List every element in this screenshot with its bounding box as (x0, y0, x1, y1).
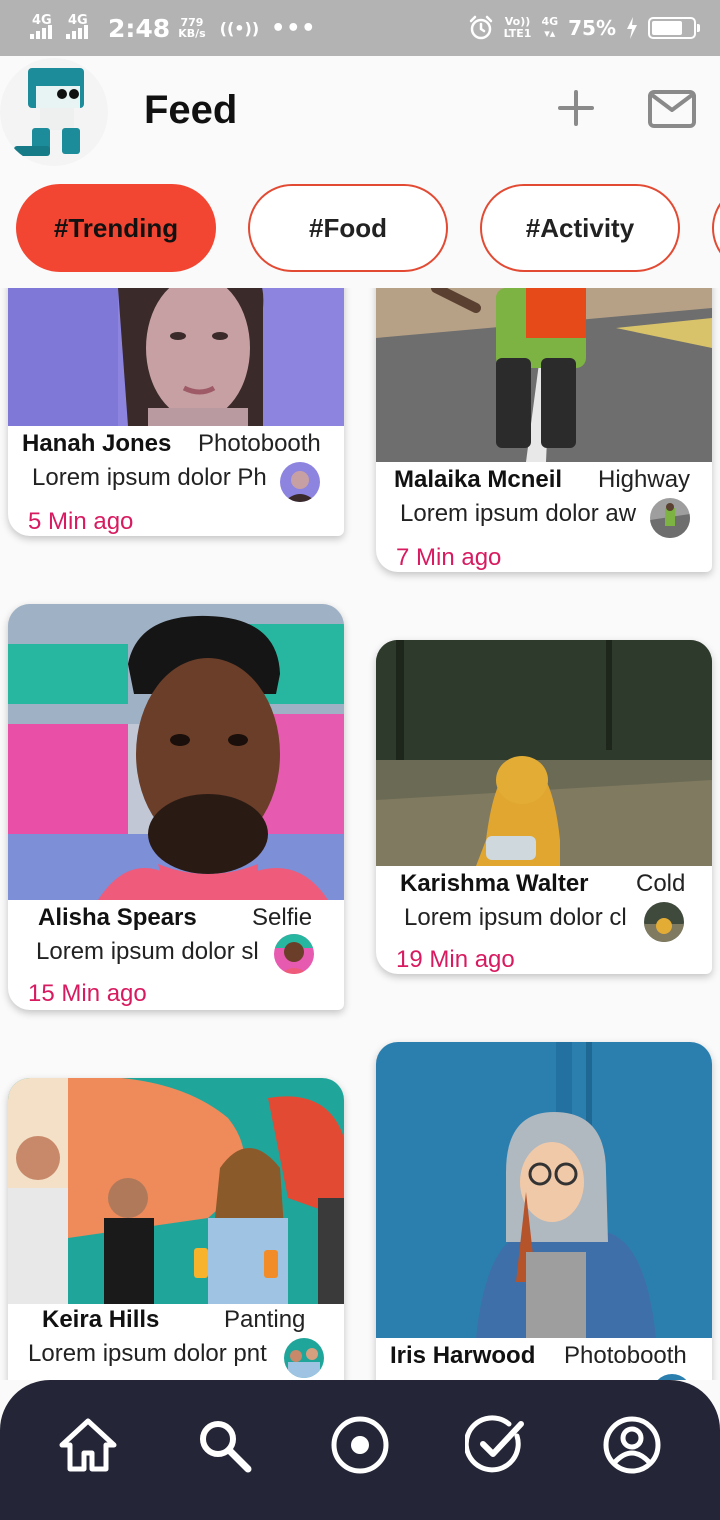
post-author: Hanah Jones (22, 430, 172, 457)
post-author: Karishma Walter (400, 870, 589, 897)
add-post-button[interactable] (552, 84, 600, 132)
post-avatar[interactable] (280, 462, 320, 502)
check-circle-icon (465, 1415, 524, 1473)
post-author: Alisha Spears (38, 904, 197, 931)
nav-record[interactable] (325, 1410, 395, 1480)
post-description: Lorem ipsum dolor pnt (28, 1340, 267, 1367)
post-author: Keira Hills (42, 1306, 160, 1333)
post-time: 5 Min ago (28, 508, 134, 535)
post-photo (376, 640, 712, 866)
clock: 2:48 (108, 13, 171, 43)
post-author: Iris Harwood (390, 1342, 536, 1369)
post-tag: Photobooth (564, 1342, 687, 1369)
hotspot-icon: ((•)) (219, 18, 260, 38)
post-avatar[interactable] (274, 934, 314, 974)
robot-logo-icon[interactable] (0, 58, 108, 166)
more-notifications-icon: ••• (271, 15, 317, 41)
post-photo (8, 1078, 344, 1304)
battery-percent: 75% (568, 16, 616, 40)
speed-unit: KB/s (178, 27, 206, 40)
post-tag: Highway (598, 466, 691, 493)
hashtag-filter-bar: #Trending #Food #Activity (0, 180, 720, 276)
post-description: Lorem ipsum dolor aw (400, 500, 637, 527)
post-photo (8, 288, 344, 426)
post-avatar[interactable] (644, 902, 684, 942)
post-card[interactable]: Malaika Mcneil Highway Lorem ipsum dolor… (376, 288, 712, 572)
mail-icon (648, 90, 696, 128)
plus-icon (558, 90, 594, 126)
home-icon (59, 1418, 117, 1472)
post-avatar[interactable] (284, 1338, 324, 1378)
post-description: Lorem ipsum dolor sl (36, 938, 259, 965)
post-description: Lorem ipsum dolor Ph (32, 464, 267, 491)
post-time: 15 Min ago (28, 980, 147, 1007)
post-tag: Panting (224, 1306, 306, 1333)
search-icon (200, 1421, 252, 1473)
post-description: Lorem ipsum dolor cl (404, 904, 627, 931)
volte-indicator: Vo)) LTE1 (503, 15, 532, 40)
post-time: 7 Min ago (396, 544, 502, 571)
post-photo (8, 604, 344, 900)
data-network-indicator: 4G ▾▴ (541, 15, 559, 40)
app-screen: 4G 4G 2:48 779 KB/s ((•)) ••• Vo)) LTE1 … (0, 0, 720, 1520)
chip-activity[interactable]: #Activity (480, 184, 680, 272)
signal-2-icon: 4G (66, 13, 94, 43)
bottom-navigation (0, 1380, 720, 1520)
post-avatar[interactable] (650, 498, 690, 538)
charging-bolt-icon (627, 17, 637, 39)
alarm-icon (469, 15, 492, 40)
page-title: Feed (144, 88, 238, 132)
post-time: 19 Min ago (396, 946, 515, 973)
post-tag: Cold (636, 870, 686, 897)
record-icon (331, 1416, 389, 1474)
post-card[interactable]: Alisha Spears Selfie Lorem ipsum dolor s… (8, 604, 344, 1010)
messages-button[interactable] (646, 86, 698, 132)
signal-1-icon: 4G (30, 13, 58, 43)
nav-search[interactable] (189, 1410, 259, 1480)
chip-food[interactable]: #Food (248, 184, 448, 272)
nav-tasks[interactable] (461, 1410, 531, 1480)
post-author: Malaika Mcneil (394, 466, 563, 493)
battery-icon (648, 17, 700, 39)
status-bar: 4G 4G 2:48 779 KB/s ((•)) ••• Vo)) LTE1 … (0, 0, 720, 56)
post-photo (376, 1042, 712, 1338)
post-card[interactable]: Keira Hills Panting Lorem ipsum dolor pn… (8, 1078, 344, 1380)
post-card[interactable]: Karishma Walter Cold Lorem ipsum dolor c… (376, 640, 712, 974)
app-header: Feed (0, 56, 720, 166)
chip-trending[interactable]: #Trending (16, 184, 216, 272)
feed-grid: Hanah Jones Photobooth Lorem ipsum dolor… (0, 288, 720, 1380)
account-icon (603, 1416, 661, 1474)
post-tag: Selfie (252, 904, 313, 931)
post-card[interactable]: Hanah Jones Photobooth Lorem ipsum dolor… (8, 288, 344, 536)
post-card[interactable]: Iris Harwood Photobooth (376, 1042, 712, 1380)
nav-home[interactable] (53, 1410, 123, 1480)
nav-profile[interactable] (597, 1410, 667, 1480)
post-tag: Photobooth (198, 430, 321, 457)
post-photo (376, 288, 712, 462)
network-speed: 779 KB/s (178, 17, 205, 39)
chip-more[interactable] (712, 184, 720, 272)
